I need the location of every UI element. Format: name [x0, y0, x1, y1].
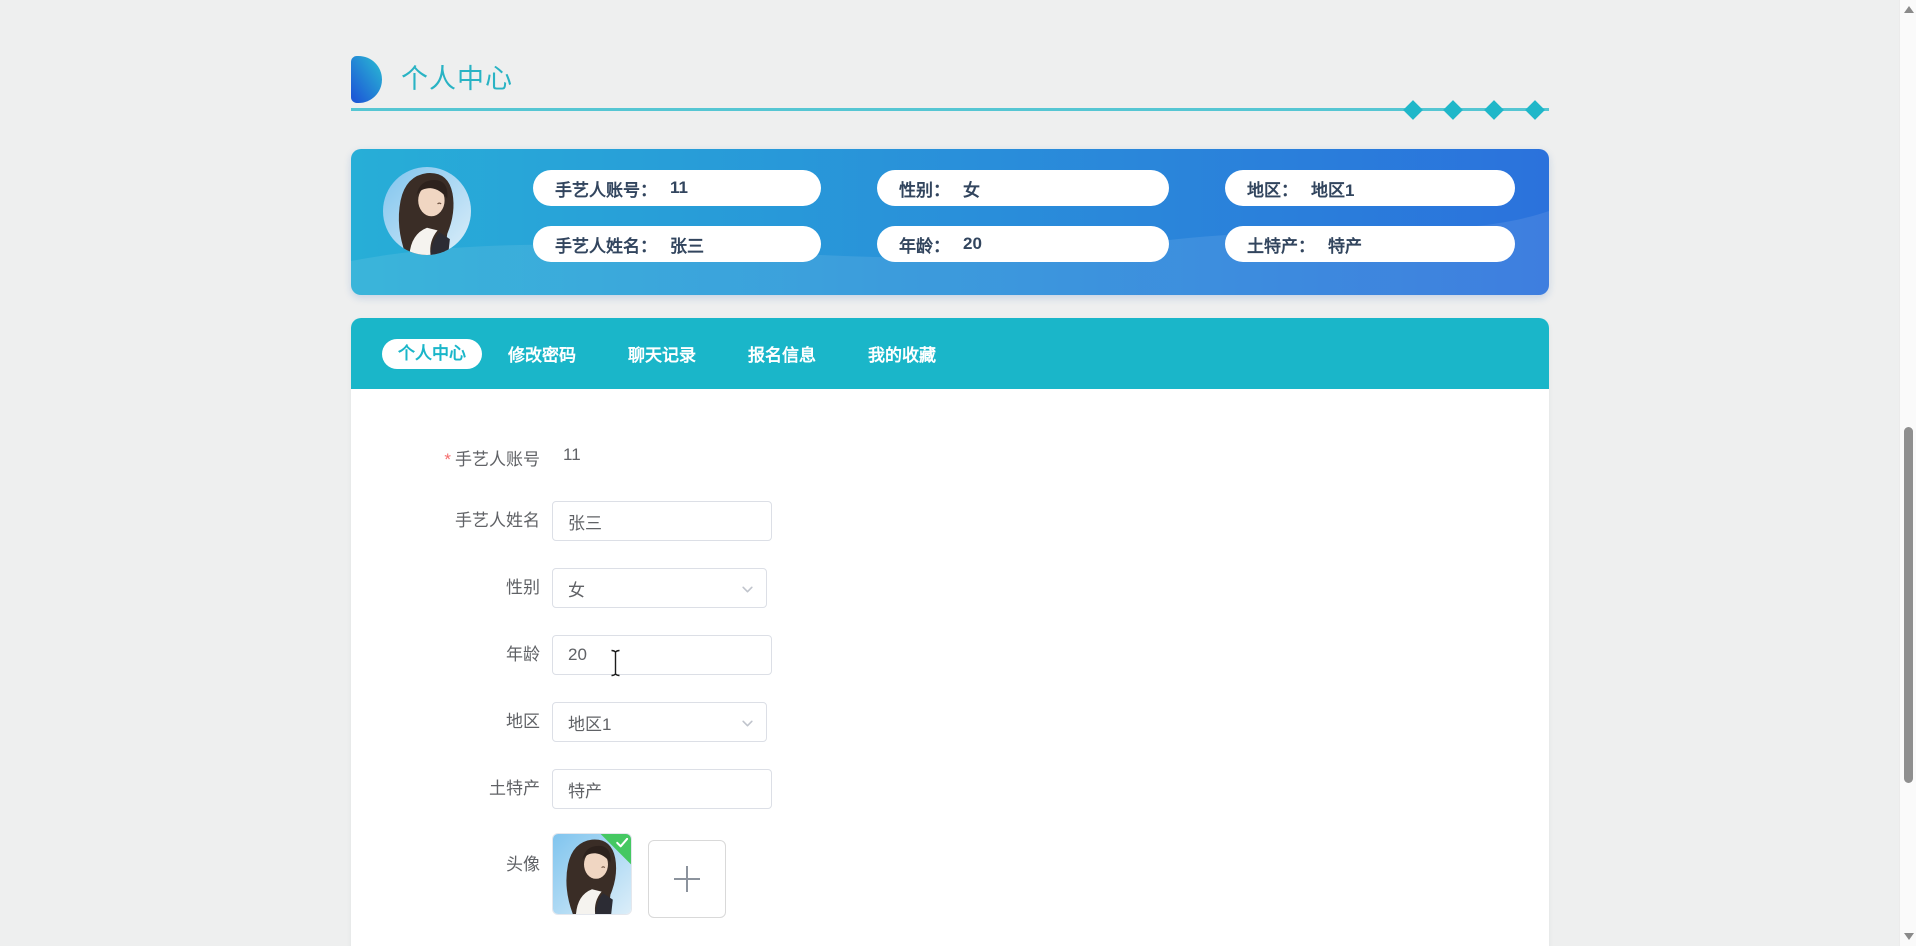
profile-field-name: 手艺人姓名： 张三	[533, 226, 821, 262]
tab-personal-center[interactable]: 个人中心	[382, 338, 482, 369]
required-asterisk: *	[444, 450, 451, 469]
profile-field-label: 年龄：	[899, 236, 950, 256]
page-title: 个人中心	[401, 64, 513, 94]
profile-field-region: 地区： 地区1	[1225, 170, 1515, 206]
profile-field-gender: 性别： 女	[877, 170, 1169, 206]
specialty-input[interactable]	[552, 769, 772, 809]
profile-field-label: 土特产：	[1247, 236, 1315, 256]
diamond-decoration	[1403, 100, 1423, 120]
tab-my-favorites[interactable]: 我的收藏	[842, 341, 962, 366]
header-underline	[351, 108, 1549, 111]
scrollbar-thumb[interactable]	[1904, 427, 1913, 783]
profile-fields: 手艺人账号： 11 性别： 女 地区： 地区1 手艺人姓名： 张三 年龄： 20…	[533, 170, 1515, 262]
plus-icon	[674, 866, 700, 892]
tab-registration-info[interactable]: 报名信息	[722, 341, 842, 366]
chevron-down-icon	[742, 720, 753, 727]
profile-summary-card: 手艺人账号： 11 性别： 女 地区： 地区1 手艺人姓名： 张三 年龄： 20…	[351, 149, 1549, 295]
personal-center-panel: 个人中心 修改密码 聊天记录 报名信息 我的收藏 * 手艺人账号 11 手艺人姓名…	[351, 318, 1549, 946]
specialty-label: 土特产	[489, 779, 540, 798]
region-select[interactable]: 地区1	[552, 702, 767, 742]
region-label: 地区	[506, 712, 540, 731]
account-value: 11	[563, 445, 581, 464]
chevron-down-icon	[742, 586, 753, 593]
profile-field-value: 11	[670, 178, 688, 197]
text-cursor-icon	[611, 649, 620, 677]
avatar-upload-button[interactable]	[648, 840, 726, 918]
form-row-avatar: 头像	[351, 833, 1549, 923]
profile-field-value: 特产	[1328, 236, 1362, 256]
profile-field-label: 手艺人账号：	[555, 180, 657, 200]
profile-field-specialty: 土特产： 特产	[1225, 226, 1515, 262]
region-select-value: 地区1	[568, 714, 612, 734]
tab-change-password[interactable]: 修改密码	[482, 341, 602, 366]
gender-select-value: 女	[568, 580, 585, 600]
tabbar: 个人中心 修改密码 聊天记录 报名信息 我的收藏	[351, 318, 1549, 389]
check-icon	[616, 837, 629, 848]
profile-field-label: 性别：	[899, 180, 950, 200]
profile-field-label: 地区：	[1247, 180, 1298, 200]
diamond-decoration	[1484, 100, 1504, 120]
diamond-decoration	[1525, 100, 1545, 120]
profile-field-value: 地区1	[1311, 180, 1355, 200]
name-label: 手艺人姓名	[455, 511, 540, 530]
vertical-scrollbar	[1899, 0, 1916, 946]
profile-field-account: 手艺人账号： 11	[533, 170, 821, 206]
personal-center-page: 个人中心 手艺人账号： 11 性别： 女 地区： 地区1 手艺人姓名： 张三 年…	[0, 0, 1916, 946]
name-input[interactable]	[552, 501, 772, 541]
title-accent-icon	[351, 56, 382, 103]
avatar-upload-thumbnail[interactable]	[552, 833, 632, 915]
scroll-up-icon[interactable]	[1904, 6, 1914, 13]
account-label: * 手艺人账号	[444, 450, 540, 469]
tab-chat-history[interactable]: 聊天记录	[602, 341, 722, 366]
profile-field-age: 年龄： 20	[877, 226, 1169, 262]
profile-field-label: 手艺人姓名：	[555, 236, 657, 256]
avatar-label: 头像	[506, 855, 540, 874]
profile-field-value: 张三	[670, 236, 704, 256]
profile-field-value: 20	[963, 234, 982, 253]
diamond-decoration	[1443, 100, 1463, 120]
gender-label: 性别	[506, 578, 540, 597]
gender-select[interactable]: 女	[552, 568, 767, 608]
avatar	[383, 167, 471, 255]
age-input[interactable]	[552, 635, 772, 675]
scroll-down-icon[interactable]	[1904, 933, 1914, 940]
profile-field-value: 女	[963, 180, 980, 200]
age-label: 年龄	[506, 645, 540, 664]
